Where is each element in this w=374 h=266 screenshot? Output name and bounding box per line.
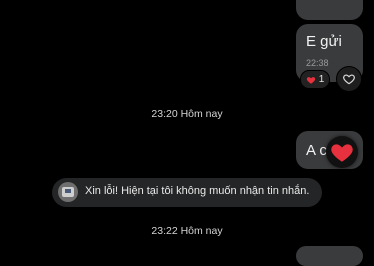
message-bubble-ok[interactable]: Ok xyxy=(296,0,363,20)
message-text: E gửi xyxy=(306,33,342,50)
heart-icon xyxy=(306,76,315,84)
message-text: Ok xyxy=(306,0,325,3)
notice-text: Xin lỗi! Hiện tại tôi không muốn nhận ti… xyxy=(85,185,310,197)
message-bubble-partial[interactable] xyxy=(296,246,363,266)
reaction-count: 1 xyxy=(318,74,325,85)
message-timestamp: 22:38 xyxy=(306,58,329,68)
add-reaction-button[interactable] xyxy=(336,66,362,92)
avatar[interactable] xyxy=(58,182,78,202)
time-divider: 23:22 Hôm nay xyxy=(151,225,223,237)
heart-icon xyxy=(331,144,353,162)
reaction-summary[interactable]: 1 xyxy=(300,70,330,89)
auto-reply-notice: Xin lỗi! Hiện tại tôi không muốn nhận ti… xyxy=(52,178,322,207)
time-divider: 23:20 Hôm nay xyxy=(151,108,223,120)
message-text: A c xyxy=(306,142,327,159)
heart-reaction-overlay xyxy=(326,136,358,168)
heart-outline-icon xyxy=(343,74,355,85)
